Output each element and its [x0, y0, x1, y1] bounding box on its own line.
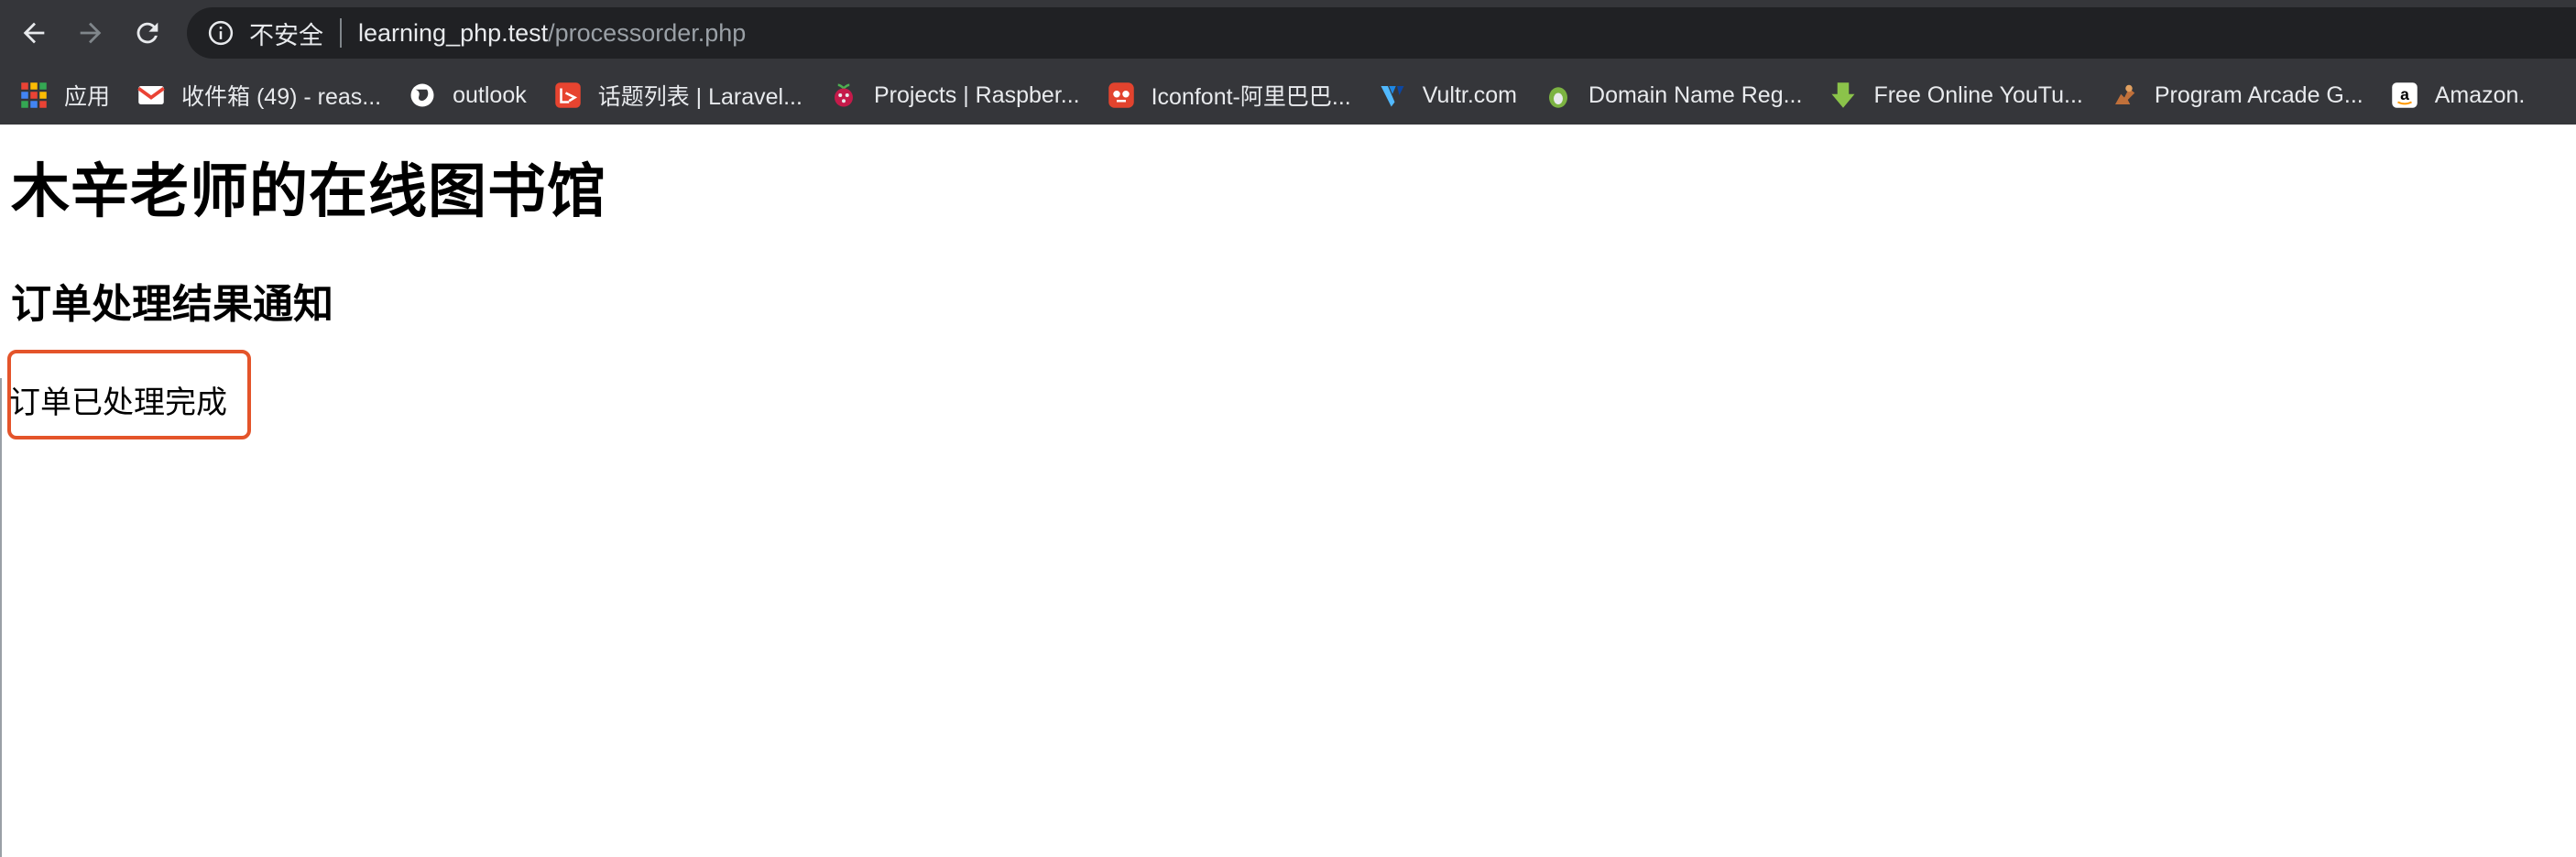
- bookmark-namecheap[interactable]: Domain Name Reg...: [1545, 81, 1802, 109]
- bookmark-vultr[interactable]: Vultr.com: [1379, 81, 1517, 109]
- laravel-icon: [554, 82, 581, 108]
- bookmark-laravel[interactable]: 话题列表 | Laravel...: [554, 79, 802, 112]
- bookmark-label: Free Online YouTu...: [1873, 81, 2083, 108]
- bookmark-label: Domain Name Reg...: [1588, 81, 1803, 108]
- gmail-icon: [137, 86, 165, 104]
- bookmark-label: outlook: [453, 81, 527, 108]
- vultr-icon: [1381, 86, 1404, 107]
- order-status-message: 订单已处理完成: [9, 385, 227, 421]
- back-arrow-icon: [23, 22, 45, 44]
- namecheap-icon: [1549, 87, 1568, 108]
- page-content: 木辛老师的在线图书馆 订单处理结果通知 订单已处理完成: [0, 145, 2576, 857]
- bookmark-iconfont[interactable]: Iconfont-阿里巴巴...: [1108, 79, 1351, 112]
- bookmark-label: 应用: [64, 84, 111, 110]
- reload-button[interactable]: [125, 10, 170, 56]
- bookmark-gmail[interactable]: 收件箱 (49) - reas...: [137, 79, 381, 112]
- url-host: learning_php.test: [358, 18, 549, 47]
- bookmark-raspberry[interactable]: Projects | Raspber...: [830, 81, 1080, 109]
- download-arrow-icon: [1831, 82, 1855, 108]
- amazon-icon: a: [2391, 82, 2418, 108]
- svg-text:a: a: [2400, 85, 2409, 103]
- forward-arrow-icon: [80, 22, 102, 44]
- bookmark-label: Iconfont-阿里巴巴...: [1151, 84, 1351, 110]
- info-icon[interactable]: [207, 19, 235, 47]
- bookmarks-bar: 应用 收件箱 (49) - reas... outlook 话题列表 | Lar…: [0, 66, 2576, 125]
- bookmark-label: 收件箱 (49) - reas...: [181, 84, 382, 110]
- left-edge-line: [0, 378, 2, 857]
- page-subtitle: 订单处理结果通知: [11, 281, 333, 328]
- bookmark-apps[interactable]: 应用: [20, 79, 110, 112]
- address-bar[interactable]: 不安全 learning_php.test/processorder.php: [187, 7, 2576, 59]
- bookmark-label: Amazon.: [2434, 81, 2526, 108]
- browser-toolbar: 不安全 learning_php.test/processorder.php: [0, 0, 2576, 66]
- apps-grid-icon: [21, 82, 47, 108]
- bookmark-label: 话题列表 | Laravel...: [597, 84, 802, 110]
- browser-chrome: 不安全 learning_php.test/processorder.php 应…: [0, 0, 2576, 125]
- iconfont-icon: [1108, 82, 1134, 108]
- bookmark-outlook[interactable]: outlook: [409, 81, 527, 109]
- url-path: /processorder.php: [548, 18, 747, 47]
- globe-icon: [410, 83, 434, 107]
- forward-button[interactable]: [68, 10, 114, 56]
- back-button[interactable]: [11, 10, 57, 56]
- page-title: 木辛老师的在线图书馆: [11, 158, 606, 226]
- bookmark-label: Projects | Raspber...: [873, 81, 1080, 108]
- insecure-label: 不安全: [249, 21, 323, 49]
- raspberry-icon: [834, 83, 853, 107]
- bookmark-label: Vultr.com: [1422, 81, 1518, 108]
- reload-icon: [136, 22, 158, 44]
- arcade-icon: [2114, 84, 2135, 104]
- bookmark-label: Program Arcade G...: [2154, 81, 2363, 108]
- bookmark-youtube-download[interactable]: Free Online YouTu...: [1829, 81, 2083, 109]
- bookmark-arcade[interactable]: Program Arcade G...: [2111, 81, 2363, 109]
- bookmark-amazon[interactable]: a Amazon.: [2391, 81, 2526, 109]
- address-divider: [340, 18, 342, 48]
